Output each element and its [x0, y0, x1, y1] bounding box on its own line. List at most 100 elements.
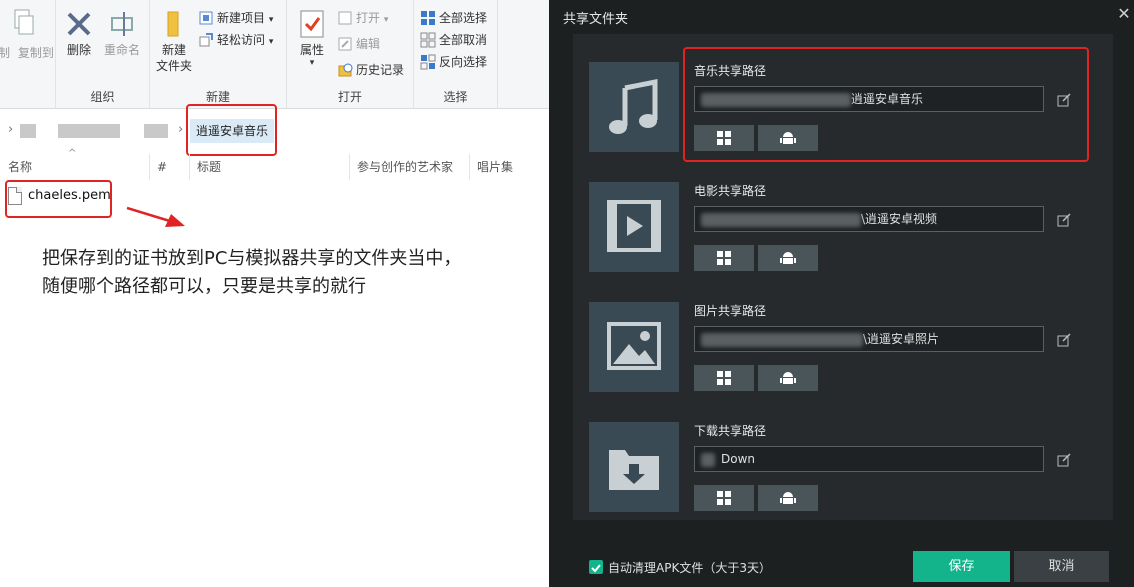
red-arrow: [126, 206, 185, 227]
annotation-line-2: 随便哪个路径都可以，只要是共享的就行: [42, 276, 366, 297]
android-button[interactable]: [758, 485, 818, 511]
select-none-label: 全部取消: [439, 33, 488, 47]
properties-label: 属性: [299, 43, 324, 57]
chevron-down-icon: ▾: [383, 15, 389, 25]
edit-button[interactable]: 编辑: [337, 34, 380, 54]
properties-button[interactable]: 属性 ▾: [295, 8, 329, 68]
windows-icon: [717, 251, 731, 265]
sort-up-icon: ^: [68, 148, 77, 159]
invert-selection-label: 反向选择: [439, 55, 488, 69]
edit-icon: [337, 36, 353, 52]
properties-icon: [296, 8, 328, 40]
share-path-input[interactable]: \逍遥安卓照片: [694, 326, 1044, 352]
android-button[interactable]: [758, 365, 818, 391]
breadcrumb-redacted: [20, 124, 36, 138]
windows-button[interactable]: [694, 485, 754, 511]
open-button[interactable]: 打开 ▾: [337, 8, 388, 28]
checkmark-icon: [591, 564, 601, 573]
open-icon: [337, 10, 353, 26]
new-folder-label-line1: 新建: [161, 43, 186, 57]
chevron-down-icon: ▾: [268, 15, 274, 25]
save-button[interactable]: 保存: [913, 551, 1010, 582]
windows-icon: [717, 491, 731, 505]
windows-button[interactable]: [694, 365, 754, 391]
invert-selection-icon: [420, 54, 436, 70]
share-path-tail: \逍遥安卓视频: [861, 212, 938, 226]
history-label: 历史记录: [356, 63, 405, 77]
windows-button[interactable]: [694, 245, 754, 271]
copy-button[interactable]: 制 复制到: [0, 8, 56, 60]
select-all-button[interactable]: 全部选择: [420, 8, 487, 28]
invert-selection-button[interactable]: 反向选择: [420, 52, 487, 72]
new-item-button[interactable]: 新建项目 ▾: [198, 8, 273, 28]
highlight-box-music-row: [683, 47, 1089, 162]
easy-access-button[interactable]: 轻松访问 ▾: [198, 30, 273, 50]
new-folder-label-line2: 文件夹: [155, 59, 192, 73]
ribbon-group-open: 属性 ▾ 打开 ▾ 编辑 历史记录 打开: [287, 0, 414, 109]
ribbon-group-organize: 删除 重命名 组织: [56, 0, 150, 109]
easy-access-label: 轻松访问: [217, 33, 266, 47]
redacted-path: [701, 452, 715, 467]
column-divider: [469, 154, 470, 180]
ribbon-group-new: 新建 文件夹 新建项目 ▾ 轻松访问 ▾ 新建: [150, 0, 287, 109]
copy-icon: [5, 8, 37, 40]
organize-group-label: 组织: [90, 90, 115, 104]
share-path-input[interactable]: \逍遥安卓视频: [694, 206, 1044, 232]
edit-icon[interactable]: [1057, 213, 1071, 227]
share-row-pictures: 图片共享路径 \逍遥安卓照片: [573, 274, 1113, 392]
new-group-label: 新建: [205, 90, 230, 104]
rename-button[interactable]: 重命名: [100, 8, 144, 58]
easy-access-icon: [198, 32, 214, 48]
share-label: 下载共享路径: [694, 424, 767, 438]
auto-clean-checkbox[interactable]: [589, 560, 603, 574]
new-item-icon: [198, 10, 214, 26]
delete-button[interactable]: 删除: [62, 8, 96, 58]
highlight-box-file: [5, 180, 112, 218]
chevron-down-icon: ▾: [309, 58, 315, 68]
share-path-tail: Down: [721, 452, 756, 466]
open-group-label: 打开: [337, 90, 362, 104]
close-icon[interactable]: ✕: [1114, 4, 1134, 24]
history-icon: [337, 62, 353, 78]
android-icon: [780, 372, 796, 384]
select-none-button[interactable]: 全部取消: [420, 30, 487, 50]
annotation-note: 把保存到的证书放到PC与模拟器共享的文件夹当中， 随便哪个路径都可以，只要是共享…: [42, 245, 542, 301]
column-header-name[interactable]: 名称: [8, 152, 32, 182]
ribbon: 制 复制到 删除 重命名 组织 新建 文件夹 新建项目 ▾ 轻松访问 ▾ 新建 …: [0, 0, 549, 109]
android-icon: [780, 252, 796, 264]
annotation-line-1: 把保存到的证书放到PC与模拟器共享的文件夹当中，: [42, 248, 462, 269]
edit-icon[interactable]: [1057, 453, 1071, 467]
copy-to-label: 复制到: [17, 46, 54, 60]
copy-partial-label: 制: [0, 46, 11, 60]
column-divider: [189, 154, 190, 180]
history-button[interactable]: 历史记录: [337, 60, 404, 80]
share-path-input[interactable]: Down: [694, 446, 1044, 472]
android-button[interactable]: [758, 245, 818, 271]
ribbon-group-clipboard: 制 复制到: [0, 0, 56, 109]
select-all-label: 全部选择: [439, 11, 488, 25]
new-folder-button[interactable]: 新建 文件夹: [154, 8, 194, 74]
chevron-right-icon: ›: [178, 122, 184, 137]
column-divider: [349, 154, 350, 180]
video-icon: [589, 182, 679, 272]
select-group-label: 选择: [443, 90, 468, 104]
cancel-button[interactable]: 取消: [1014, 551, 1109, 582]
image-icon: [589, 302, 679, 392]
select-all-icon: [420, 10, 436, 26]
redacted-path: [701, 212, 861, 227]
column-header-number[interactable]: #: [157, 152, 167, 182]
column-header-album[interactable]: 唱片集: [477, 152, 513, 182]
share-path-tail: \逍遥安卓照片: [863, 332, 940, 346]
share-row-video: 电影共享路径 \逍遥安卓视频: [573, 154, 1113, 272]
ribbon-group-select: 全部选择 全部取消 反向选择 选择: [414, 0, 498, 109]
highlight-box-address: [186, 104, 277, 156]
breadcrumb-redacted: [58, 124, 120, 138]
auto-clean-label: 自动清理APK文件（大于3天）: [608, 561, 771, 575]
redacted-path: [701, 332, 863, 347]
column-header-artists[interactable]: 参与创作的艺术家: [357, 152, 453, 182]
column-header-title[interactable]: 标题: [197, 152, 221, 182]
rename-icon: [106, 8, 138, 40]
edit-icon[interactable]: [1057, 333, 1071, 347]
edit-label: 编辑: [356, 37, 381, 51]
android-icon: [780, 492, 796, 504]
